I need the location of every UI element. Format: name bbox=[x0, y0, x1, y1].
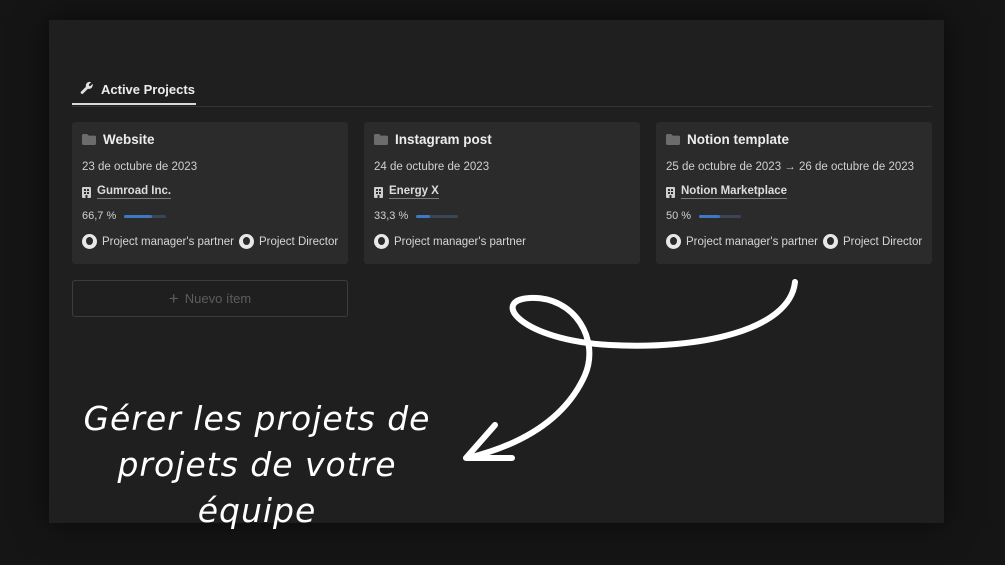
avatar-icon bbox=[822, 234, 838, 249]
card-title-text: Notion template bbox=[687, 132, 790, 147]
plus-icon: + bbox=[168, 289, 179, 308]
card-people: Project manager's partner Project Direct… bbox=[82, 234, 338, 249]
caption-line-1: Gérer les projets de bbox=[83, 399, 431, 438]
card-date: 23 de octubre de 2023 bbox=[82, 161, 198, 173]
person-name: Project manager's partner bbox=[686, 235, 818, 248]
new-item-label: Nuevo ítem bbox=[184, 291, 252, 306]
wrench-icon bbox=[80, 81, 94, 98]
folder-icon bbox=[374, 134, 388, 145]
card-title-text: Instagram post bbox=[395, 132, 492, 147]
progress-bar-fill bbox=[699, 214, 721, 218]
avatar-icon bbox=[238, 234, 254, 249]
person-chip[interactable]: Project Director bbox=[822, 234, 923, 249]
card-title: Instagram post bbox=[374, 132, 492, 147]
caption-text: Gérer les projets de projets de votre éq… bbox=[62, 396, 452, 534]
project-card[interactable]: Instagram post 24 de octubre de 2023 Ene… bbox=[364, 122, 640, 264]
progress-row: 66,7 % bbox=[82, 210, 167, 222]
building-icon bbox=[374, 186, 383, 198]
card-title: Notion template bbox=[666, 132, 789, 147]
card-people: Project manager's partner bbox=[374, 234, 526, 249]
client-link[interactable]: Notion Marketplace bbox=[681, 185, 788, 199]
client-link[interactable]: Energy X bbox=[389, 185, 439, 199]
card-client: Gumroad Inc. bbox=[82, 185, 172, 199]
client-link[interactable]: Gumroad Inc. bbox=[97, 185, 172, 199]
person-name: Project Director bbox=[842, 235, 923, 248]
building-icon bbox=[666, 186, 675, 198]
card-title: Website bbox=[82, 132, 155, 147]
person-name: Project Director bbox=[258, 235, 339, 248]
view-tabs: Active Projects bbox=[72, 76, 932, 107]
person-name: Project manager's partner bbox=[102, 235, 234, 248]
progress-bar-fill bbox=[124, 214, 153, 218]
project-card[interactable]: Website 23 de octubre de 2023 Gumroad In… bbox=[72, 122, 348, 264]
card-people: Project manager's partner Project Direct… bbox=[666, 234, 922, 249]
progress-row: 50 % bbox=[666, 210, 742, 222]
card-date: 24 de octubre de 2023 bbox=[374, 161, 490, 173]
avatar-icon bbox=[374, 234, 389, 249]
project-card[interactable]: Notion template 25 de octubre de 2023 → … bbox=[656, 122, 932, 264]
avatar-icon bbox=[666, 234, 681, 249]
building-icon bbox=[82, 186, 91, 198]
folder-icon bbox=[666, 134, 680, 145]
person-chip[interactable]: Project manager's partner bbox=[374, 234, 526, 249]
progress-bar-fill bbox=[416, 214, 431, 218]
progress-bar bbox=[124, 214, 167, 218]
new-item-button[interactable]: + Nuevo ítem bbox=[72, 280, 348, 317]
progress-text: 66,7 % bbox=[82, 210, 117, 222]
person-chip[interactable]: Project Director bbox=[238, 234, 339, 249]
progress-text: 33,3 % bbox=[374, 210, 409, 222]
avatar-icon bbox=[82, 234, 97, 249]
progress-row: 33,3 % bbox=[374, 210, 459, 222]
card-client: Notion Marketplace bbox=[666, 185, 788, 199]
person-chip[interactable]: Project manager's partner bbox=[82, 234, 234, 249]
folder-icon bbox=[82, 134, 96, 145]
caption-line-2: projets de votre équipe bbox=[117, 445, 397, 530]
progress-bar bbox=[416, 214, 459, 218]
progress-bar bbox=[699, 214, 742, 218]
card-date: 25 de octubre de 2023 → 26 de octubre de… bbox=[666, 161, 915, 173]
card-title-text: Website bbox=[103, 132, 155, 147]
progress-text: 50 % bbox=[666, 210, 692, 222]
person-name: Project manager's partner bbox=[394, 235, 526, 248]
card-client: Energy X bbox=[374, 185, 439, 199]
tab-active-projects[interactable]: Active Projects bbox=[72, 76, 196, 105]
tab-label: Active Projects bbox=[101, 82, 195, 97]
person-chip[interactable]: Project manager's partner bbox=[666, 234, 818, 249]
